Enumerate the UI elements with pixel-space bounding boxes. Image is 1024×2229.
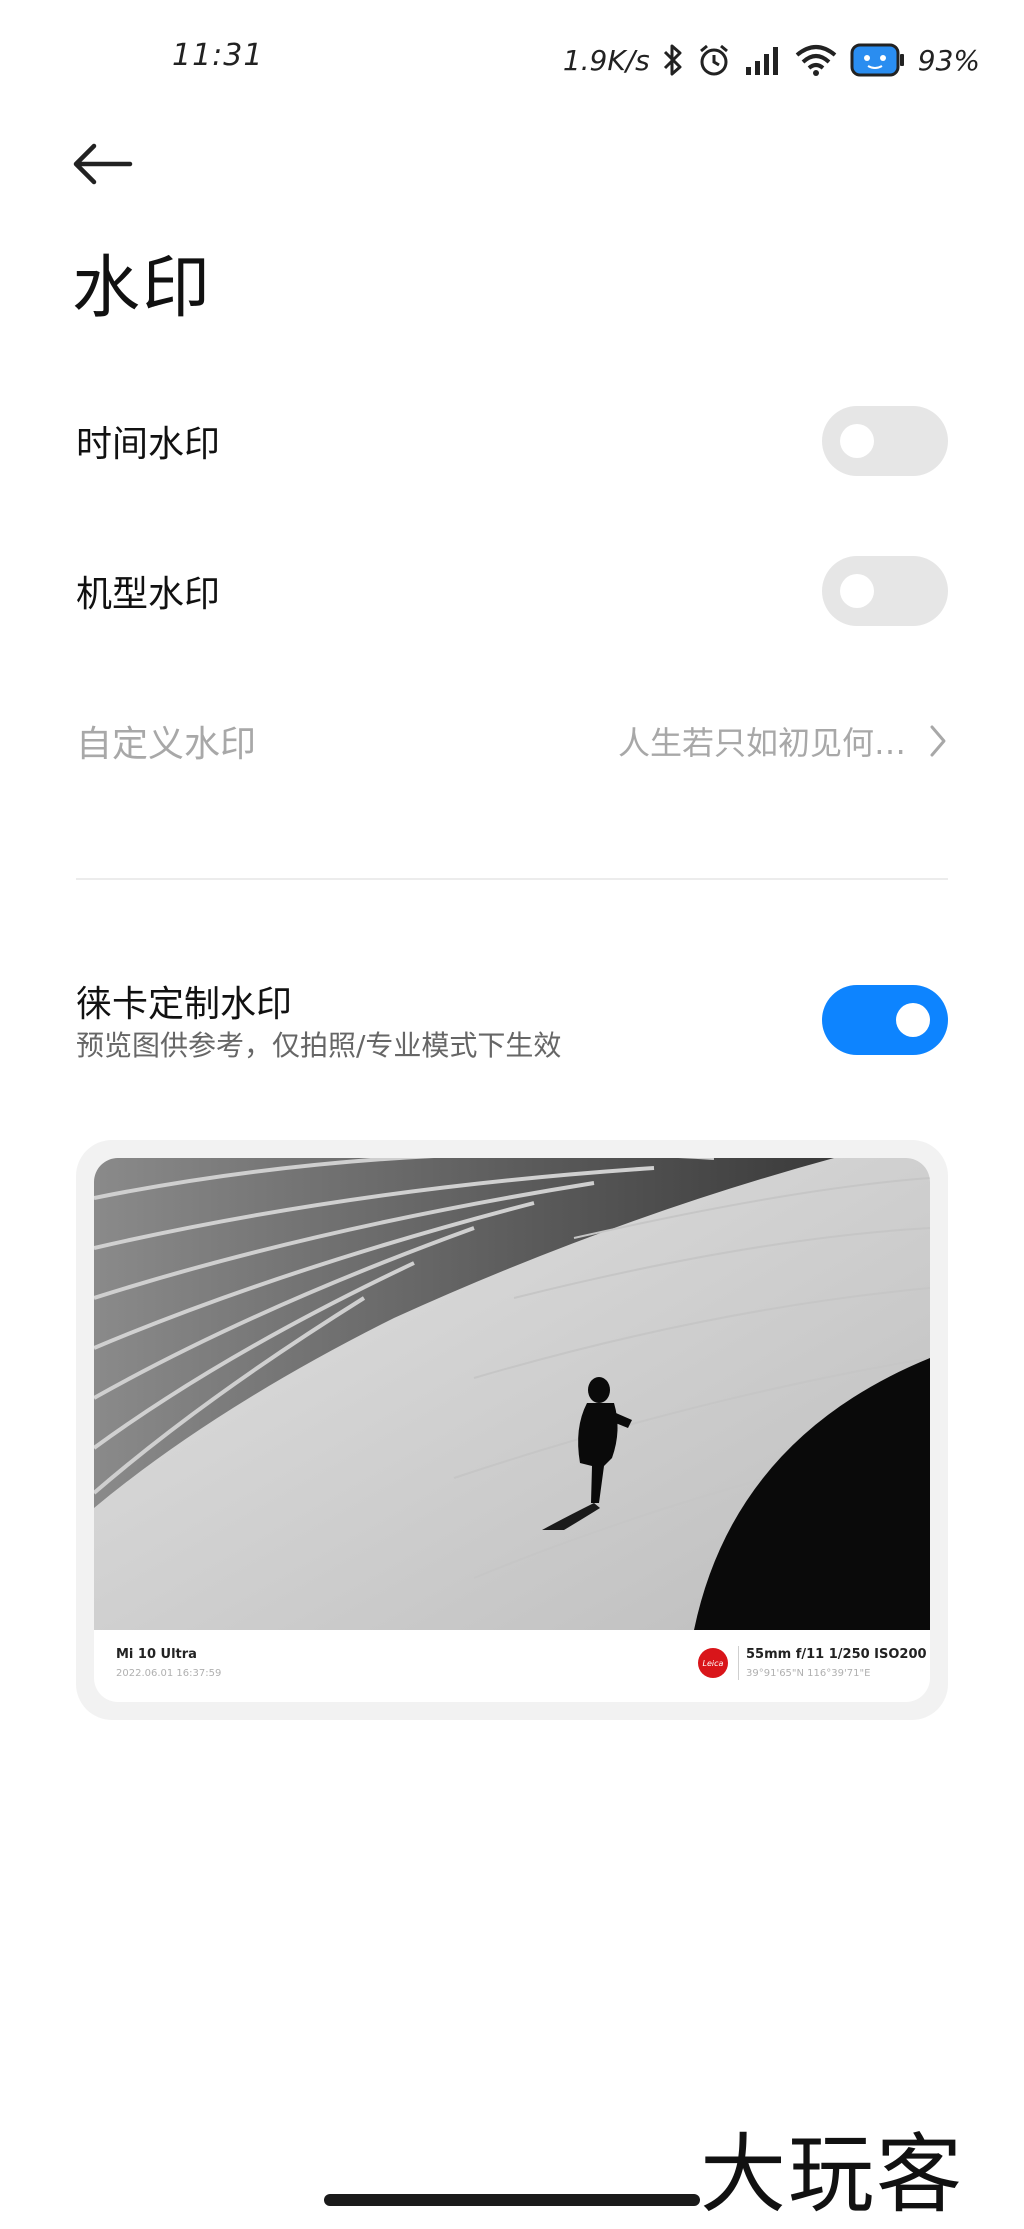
wifi-icon [794, 44, 838, 76]
model-watermark-row[interactable]: 机型水印 [76, 556, 948, 626]
alarm-icon [696, 42, 732, 78]
signal-icon [744, 45, 782, 75]
home-indicator[interactable] [324, 2194, 700, 2206]
toggle-knob [840, 424, 874, 458]
chevron-right-icon [930, 725, 946, 757]
preview-coordinates: 39°91'65"N 116°39'71"E [746, 1668, 871, 1679]
back-button[interactable] [68, 136, 138, 192]
status-time: 11:31 [172, 38, 264, 73]
time-watermark-toggle[interactable] [822, 406, 948, 476]
back-arrow-icon [73, 143, 133, 185]
battery-icon [850, 42, 906, 78]
leica-logo: Leica [698, 1648, 728, 1678]
model-watermark-label: 机型水印 [76, 574, 221, 615]
preview-photo [94, 1158, 930, 1630]
watermark-separator [738, 1646, 739, 1680]
toggle-knob [896, 1003, 930, 1037]
custom-watermark-value[interactable]: 人生若只如初见何… [618, 718, 948, 764]
page-title: 水印 [72, 249, 213, 328]
brand-watermark: 大玩客 [700, 2125, 964, 2225]
battery-percent: 93% [917, 43, 980, 77]
preview-datetime: 2022.06.01 16:37:59 [116, 1668, 222, 1679]
custom-watermark-text: 人生若只如初见何… [617, 724, 906, 762]
preview-device-model: Mi 10 Ultra [116, 1647, 197, 1662]
time-watermark-label: 时间水印 [76, 424, 221, 465]
divider [76, 878, 948, 880]
toggle-knob [840, 574, 874, 608]
leica-watermark-description: 预览图供参考，仅拍照/专业模式下生效 [76, 1029, 562, 1062]
leica-watermark-label: 徕卡定制水印 [76, 984, 293, 1025]
status-bar: 11:31 1.9K/s 93% [0, 0, 1024, 120]
preview-camera-params: 55mm f/11 1/250 ISO200 [746, 1647, 927, 1662]
model-watermark-toggle[interactable] [822, 556, 948, 626]
bluetooth-icon [662, 43, 684, 77]
custom-watermark-label: 自定义水印 [76, 724, 257, 765]
leica-watermark-toggle[interactable] [822, 985, 948, 1055]
watermark-preview-card: Mi 10 Ultra 2022.06.01 16:37:59 Leica 55… [76, 1140, 948, 1720]
custom-watermark-row[interactable]: 自定义水印 人生若只如初见何… [76, 706, 948, 776]
watermark-preview: Mi 10 Ultra 2022.06.01 16:37:59 Leica 55… [94, 1158, 930, 1702]
time-watermark-row[interactable]: 时间水印 [76, 406, 948, 476]
status-icons: 1.9K/s 93% [563, 38, 980, 82]
network-speed: 1.9K/s [562, 43, 650, 77]
